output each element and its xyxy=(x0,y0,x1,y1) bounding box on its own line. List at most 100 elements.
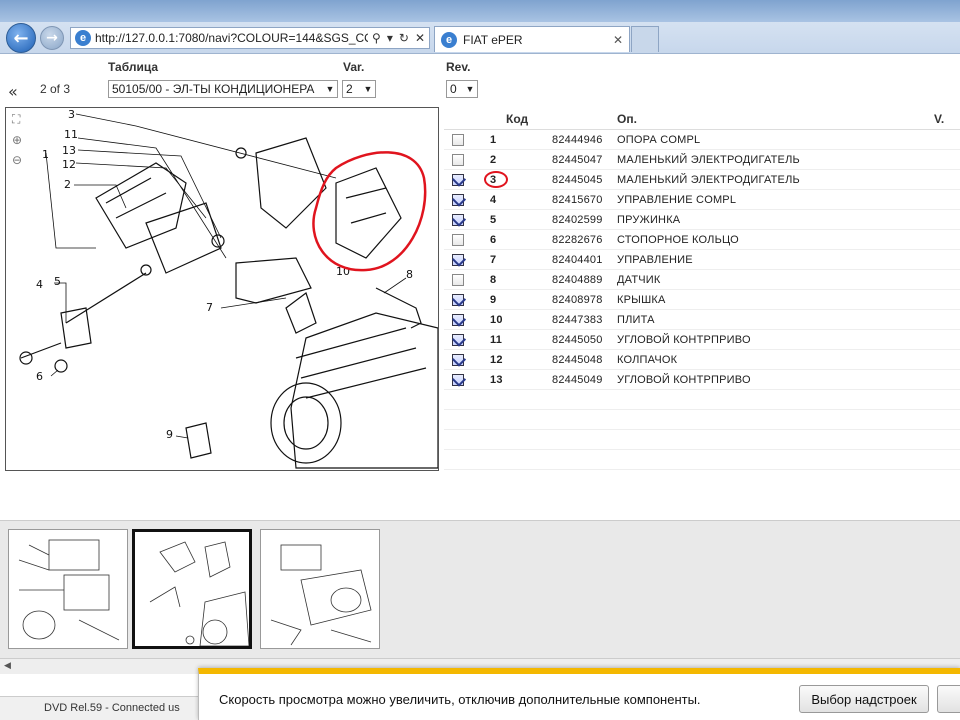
table-label: Таблица xyxy=(108,60,159,74)
row-checkbox[interactable] xyxy=(452,274,464,286)
row-checkbox[interactable] xyxy=(452,254,464,266)
row-checkbox[interactable] xyxy=(452,134,464,146)
rev-select[interactable]: 0 ▼ xyxy=(446,80,478,98)
table-row[interactable]: 11 82445050 УГЛОВОЙ КОНТРПРИВО xyxy=(444,330,960,350)
table-row[interactable]: 8 82404889 ДАТЧИК xyxy=(444,270,960,290)
row-description: СТОПОРНОЕ КОЛЬЦО xyxy=(617,234,739,246)
table-row[interactable]: 7 82404401 УПРАВЛЕНИЕ xyxy=(444,250,960,270)
row-checkbox[interactable] xyxy=(452,234,464,246)
browser-tab[interactable]: e FIAT ePER ✕ xyxy=(434,26,630,52)
row-checkbox[interactable] xyxy=(452,154,464,166)
highlight-ring xyxy=(484,171,508,188)
row-checkbox[interactable] xyxy=(452,314,464,326)
scroll-left-icon[interactable]: ◀ xyxy=(4,661,16,673)
thumbnail-drawing xyxy=(270,544,372,646)
rev-select-value: 0 xyxy=(450,82,457,96)
table-row[interactable]: 12 82445048 КОЛПАЧОК xyxy=(444,350,960,370)
ie-logo-icon: e xyxy=(75,30,91,46)
parts-table: Код Оп. V. 1 82444946 ОПОРА COMPL 2 82445047… xyxy=(444,108,960,470)
row-code: 82445048 xyxy=(552,354,603,366)
notification-bar: Скорость просмотра можно увеличить, откл… xyxy=(198,668,960,720)
pager-prev-button[interactable]: « xyxy=(8,82,18,101)
table-row[interactable]: 2 82445047 МАЛЕНЬКИЙ ЭЛЕКТРОДИГАТЕЛЬ xyxy=(444,150,960,170)
row-ref-number: 9 xyxy=(490,294,497,306)
back-button[interactable]: ← xyxy=(6,23,36,53)
table-row[interactable]: 3 82445045 МАЛЕНЬКИЙ ЭЛЕКТРОДИГАТЕЛЬ xyxy=(444,170,960,190)
row-ref-number: 1 xyxy=(490,134,497,146)
address-bar[interactable]: e http://127.0.0.1:7080/navi?COLOUR=144&… xyxy=(70,27,430,49)
row-description: УГЛОВОЙ КОНТРПРИВО xyxy=(617,374,751,386)
callout-8: 8 xyxy=(406,268,413,281)
row-checkbox[interactable] xyxy=(452,174,464,186)
callout-11: 11 xyxy=(64,128,78,141)
row-ref-number: 8 xyxy=(490,274,497,286)
row-checkbox[interactable] xyxy=(452,354,464,366)
row-ref-number: 10 xyxy=(490,314,503,326)
table-row[interactable]: 5 82402599 ПРУЖИНКА xyxy=(444,210,960,230)
row-checkbox[interactable] xyxy=(452,214,464,226)
address-url[interactable]: http://127.0.0.1:7080/navi?COLOUR=144&SG… xyxy=(95,31,368,45)
callout-13: 13 xyxy=(62,144,76,157)
row-description: МАЛЕНЬКИЙ ЭЛЕКТРОДИГАТЕЛЬ xyxy=(617,174,800,186)
window-titlebar xyxy=(0,0,960,22)
chevron-down-icon: ▼ xyxy=(325,84,335,94)
table-row[interactable]: 4 82415670 УПРАВЛЕНИЕ COMPL xyxy=(444,190,960,210)
callout-1: 1 xyxy=(42,148,49,161)
var-select[interactable]: 2 ▼ xyxy=(342,80,376,98)
row-checkbox[interactable] xyxy=(452,294,464,306)
diagram-svg: 3 11 1 13 12 2 4 5 6 7 8 9 10 xyxy=(19,108,438,469)
notification-message: Скорость просмотра можно увеличить, откл… xyxy=(219,692,701,707)
choose-addons-button[interactable]: Выбор надстроек xyxy=(799,685,929,713)
row-ref-number: 4 xyxy=(490,194,497,206)
table-row[interactable]: 13 82445049 УГЛОВОЙ КОНТРПРИВО xyxy=(444,370,960,390)
refresh-icon[interactable]: ↻ xyxy=(399,31,409,45)
row-description: МАЛЕНЬКИЙ ЭЛЕКТРОДИГАТЕЛЬ xyxy=(617,154,800,166)
close-icon[interactable]: ✕ xyxy=(415,31,425,45)
search-icon[interactable]: ⚲ xyxy=(372,31,381,45)
row-checkbox[interactable] xyxy=(452,374,464,386)
table-row[interactable]: 10 82447383 ПЛИТА xyxy=(444,310,960,330)
row-description: ДАТЧИК xyxy=(617,274,661,286)
table-select[interactable]: 50105/00 - ЭЛ-ТЫ КОНДИЦИОНЕРА ▼ xyxy=(108,80,338,98)
callout-7: 7 xyxy=(206,301,213,314)
exploded-diagram[interactable]: ⛶ ⊕ ⊖ 3 11 1 13 12 2 4 5 6 7 8 9 10 xyxy=(5,107,439,471)
callout-6: 6 xyxy=(36,370,43,383)
pager-count: 2 of 3 xyxy=(40,82,71,96)
notification-extra-button[interactable] xyxy=(937,685,960,713)
tab-close-icon[interactable]: ✕ xyxy=(613,33,623,47)
thumbnail-2[interactable] xyxy=(132,529,252,649)
status-text: DVD Rel.59 - Connected us xyxy=(44,702,180,714)
arrow-right-icon: → xyxy=(46,30,58,46)
table-row[interactable]: 1 82444946 ОПОРА COMPL xyxy=(444,130,960,150)
thumbnail-drawing xyxy=(149,541,250,647)
table-row[interactable]: 9 82408978 КРЫШКА xyxy=(444,290,960,310)
thumbnail-drawing xyxy=(18,539,120,641)
parts-table-header: Код Оп. V. xyxy=(444,108,960,130)
table-row[interactable]: 6 82282676 СТОПОРНОЕ КОЛЬЦО xyxy=(444,230,960,250)
callout-3: 3 xyxy=(68,108,75,121)
row-ref-number: 2 xyxy=(490,154,497,166)
row-checkbox[interactable] xyxy=(452,334,464,346)
row-code: 82404889 xyxy=(552,274,603,286)
row-description: ОПОРА COMPL xyxy=(617,134,701,146)
row-description: УГЛОВОЙ КОНТРПРИВО xyxy=(617,334,751,346)
row-checkbox[interactable] xyxy=(452,194,464,206)
empty-row xyxy=(444,410,960,430)
dropdown-icon[interactable]: ▾ xyxy=(387,31,393,45)
row-code: 82408978 xyxy=(552,294,603,306)
empty-row xyxy=(444,430,960,450)
row-code: 82404401 xyxy=(552,254,603,266)
new-tab-button[interactable] xyxy=(631,26,659,52)
row-ref-number: 6 xyxy=(490,234,497,246)
row-ref-number: 11 xyxy=(490,334,503,346)
forward-button[interactable]: → xyxy=(40,26,64,50)
header-code: Код xyxy=(506,112,529,126)
thumbnail-1[interactable] xyxy=(8,529,128,649)
row-code: 82402599 xyxy=(552,214,603,226)
row-code: 82445047 xyxy=(552,154,603,166)
empty-row xyxy=(444,390,960,410)
var-select-value: 2 xyxy=(346,82,353,96)
callout-4: 4 xyxy=(36,278,43,291)
empty-row xyxy=(444,450,960,470)
thumbnail-3[interactable] xyxy=(260,529,380,649)
